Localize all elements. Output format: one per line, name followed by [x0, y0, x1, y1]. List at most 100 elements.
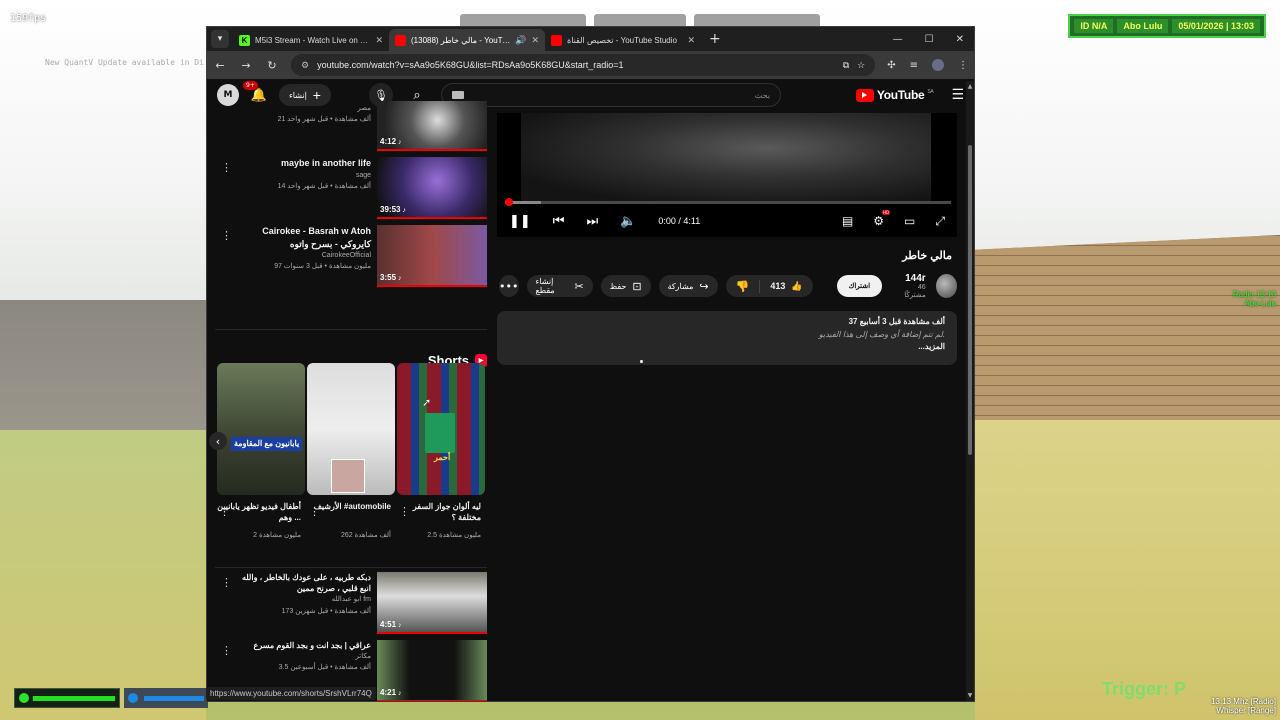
thumbs-down-icon[interactable]: 👎 — [726, 279, 761, 293]
page-scrollbar[interactable]: ▲ ▼ — [966, 81, 974, 701]
more-actions-button[interactable]: ••• — [499, 275, 519, 297]
scrubber-handle[interactable] — [505, 198, 513, 206]
short-thumbnail[interactable]: أحمر — [397, 363, 485, 495]
bookmark-icon: ⊡ — [632, 280, 642, 293]
clip-button[interactable]: إنشاء مقطع ✂ — [526, 275, 593, 297]
video-frame[interactable] — [521, 113, 931, 201]
short-thumbnail[interactable] — [307, 363, 395, 495]
video-thumbnail[interactable]: 4:51 — [377, 572, 487, 634]
video-info: دبكه طربيه ، على عودك بالخاطر ، والله ان… — [231, 572, 371, 617]
video-thumbnail[interactable]: 39:53 — [377, 157, 487, 219]
search-input[interactable]: بحث — [440, 83, 781, 107]
tab-kick[interactable]: K M5i3 Stream - Watch Live on Kick ✕ — [233, 29, 389, 51]
radio-channel: Radio 13:13 — [1232, 290, 1276, 299]
channel-name-main[interactable]: 144r — [898, 273, 926, 284]
keyboard-icon[interactable] — [451, 91, 464, 99]
list-item[interactable]: 4:12 مصر 21 ألف مشاهدة • قبل شهر واحد — [215, 101, 487, 151]
settings-icon[interactable]: ⚙ — [873, 209, 890, 229]
hud-top-tab — [594, 14, 686, 26]
related-videos-more: ⋮ 4:51 دبكه طربيه ، على عودك بالخاطر ، و… — [215, 567, 487, 701]
next-icon[interactable]: ⏭ — [587, 214, 599, 229]
youtube-icon — [395, 34, 406, 46]
duration: 4:21 — [380, 688, 401, 697]
video-title[interactable]: Cairokee - Basrah w Atoh كايروكي - بسرح … — [231, 225, 371, 250]
list-item[interactable]: ⋮ 4:51 دبكه طربيه ، على عودك بالخاطر ، و… — [215, 572, 487, 634]
more-options-icon[interactable]: ⋮ — [309, 505, 320, 518]
new-tab-button[interactable]: + — [701, 31, 729, 47]
tab-strip: ▾ K M5i3 Stream - Watch Live on Kick ✕ م… — [207, 27, 974, 51]
browser-menu-icon[interactable]: ⋮ — [958, 60, 968, 71]
short-title[interactable]: الأرشيف #automobile — [307, 501, 395, 527]
video-title[interactable]: maybe in another life — [231, 157, 371, 170]
player-right-controls: ▤ ⚙ ▭ ⤢ — [842, 209, 945, 229]
like-button[interactable]: 413 👍 — [760, 281, 812, 292]
create-label: إنشاء — [289, 90, 307, 100]
url-field[interactable]: ⚙ youtube.com/watch?v=sAa9o5K68GU&list=R… — [291, 54, 876, 76]
tab-search-button[interactable]: ▾ — [211, 30, 229, 48]
back-icon[interactable]: ← — [213, 58, 227, 72]
close-icon[interactable]: ✕ — [687, 35, 695, 46]
description-box[interactable]: 37 ألف مشاهدة قبل 3 أسابيع لم تتم إضافة … — [497, 311, 957, 365]
list-item[interactable]: ⋮ 3:55 Cairokee - Basrah w Atoh كايروكي … — [215, 225, 487, 287]
tab-youtube-studio[interactable]: تخصيص القناة - YouTube Studio ✕ — [545, 29, 701, 51]
shorts-prev-button[interactable]: ‹ — [209, 432, 227, 450]
short-title[interactable]: أطفال فيديو تظهر يابانيين وهم ... — [217, 501, 305, 527]
share-button[interactable]: مشاركة ↪ — [658, 275, 718, 297]
speaker-icon[interactable]: 🔊 — [515, 35, 526, 46]
health-fill — [33, 695, 115, 701]
maximize-icon[interactable]: ☐ — [925, 34, 934, 45]
fullscreen-icon[interactable]: ⤢ — [935, 214, 945, 229]
voice-status: 13.13 Mhz [Radio] Whisper [Range] — [1211, 697, 1276, 716]
short-item[interactable]: أحمر ⋮ ليه ألوان جواز السفر مختلفة ؟ 2.5… — [397, 363, 485, 547]
install-app-icon[interactable]: ⧉ — [843, 60, 849, 71]
volume-icon[interactable]: 🔈 — [620, 214, 636, 229]
video-player[interactable]: ❚❚ ⏮ ⏭ 🔈 0:00 / 4:11 ▤ ⚙ ▭ ⤢ — [497, 113, 957, 237]
previous-icon[interactable]: ⏮ — [553, 214, 565, 229]
forward-icon[interactable]: → — [239, 58, 253, 72]
theater-mode-icon[interactable]: ▭ — [904, 214, 915, 229]
save-button[interactable]: حفظ ⊡ — [600, 275, 651, 297]
video-thumbnail[interactable]: 3:55 — [377, 225, 487, 287]
short-thumbnail[interactable]: يابانيون مع المقاومة — [217, 363, 305, 495]
video-thumbnail[interactable]: 4:21 — [377, 640, 487, 701]
hamburger-menu-icon[interactable]: ☰ — [951, 87, 964, 103]
close-icon[interactable]: ✕ — [375, 35, 383, 46]
more-options-icon[interactable]: ⋮ — [399, 505, 410, 518]
like-dislike-group: 👎 413 👍 — [725, 275, 813, 297]
mic-icon: 🎙 — [374, 88, 388, 102]
subtitles-icon[interactable]: ▤ — [842, 214, 853, 229]
share-icon: ↪ — [699, 280, 709, 293]
subscribe-button[interactable]: اشتراك — [836, 275, 883, 297]
site-info-icon[interactable]: ⚙ — [301, 60, 309, 71]
scroll-down-icon[interactable]: ▼ — [966, 692, 974, 699]
video-title[interactable]: دبكه طربيه ، على عودك بالخاطر ، والله ان… — [231, 572, 371, 594]
extensions-icon[interactable]: ✣ — [887, 60, 895, 71]
short-item[interactable]: ⋮ الأرشيف #automobile 262 ألف مشاهدة — [307, 363, 395, 547]
media-controls-icon[interactable]: ≡ — [910, 60, 918, 71]
profile-avatar[interactable] — [932, 59, 944, 71]
scroll-thumb[interactable] — [968, 145, 972, 455]
channel-avatar[interactable] — [935, 274, 957, 298]
show-more-link[interactable]: ...المزيد — [509, 342, 945, 351]
list-item[interactable]: ⋮ 39:53 maybe in another life sage 14 أل… — [215, 157, 487, 219]
more-options-icon[interactable]: ⋮ — [219, 505, 230, 518]
scroll-up-icon[interactable]: ▲ — [966, 83, 974, 90]
short-title[interactable]: ليه ألوان جواز السفر مختلفة ؟ — [397, 501, 485, 527]
reload-icon[interactable]: ↻ — [265, 58, 279, 72]
kick-icon: K — [239, 34, 250, 46]
bookmark-star-icon[interactable]: ☆ — [857, 60, 865, 71]
video-info: عراقي | بجد انت و بجد القوم مسرع مكاتر 3… — [231, 640, 371, 674]
close-window-icon[interactable]: ✕ — [956, 34, 964, 45]
pause-icon[interactable]: ❚❚ — [509, 214, 531, 229]
youtube-logo[interactable]: YouTube SA — [855, 88, 934, 102]
short-item[interactable]: يابانيون مع المقاومة ⋮ أطفال فيديو تظهر … — [217, 363, 305, 547]
short-views: 262 ألف مشاهدة — [340, 532, 391, 539]
minimize-icon[interactable]: — — [893, 34, 903, 45]
like-count: 413 — [770, 281, 786, 291]
tab-youtube-video[interactable]: مالي خاطر (13088) - YouTube 🔊 ✕ — [389, 29, 545, 51]
video-title[interactable]: عراقي | بجد انت و بجد القوم مسرع — [231, 640, 371, 651]
progress-bar[interactable] — [505, 198, 951, 206]
short-views: 2.5 مليون مشاهدة — [427, 532, 481, 539]
close-icon[interactable]: ✕ — [531, 35, 539, 46]
video-thumbnail[interactable]: 4:12 — [377, 101, 487, 151]
